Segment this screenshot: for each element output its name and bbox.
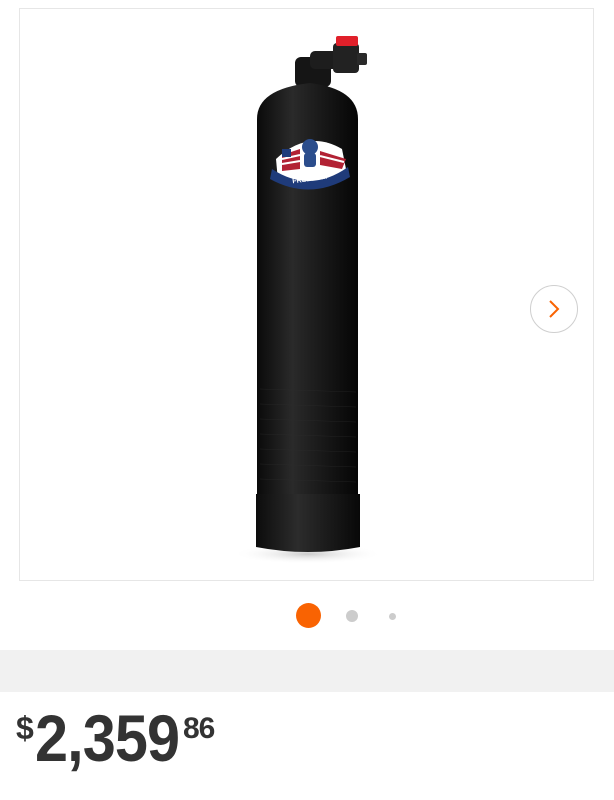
product-image[interactable]: FREEDOM [20, 9, 595, 582]
carousel-dot-3[interactable] [389, 613, 396, 620]
product-price: $ 2,359 86 [16, 700, 215, 780]
product-image-gallery: FREEDOM [19, 8, 594, 581]
price-cents: 86 [182, 712, 215, 745]
chevron-right-icon [549, 300, 560, 318]
section-divider [0, 650, 614, 692]
carousel-pagination [0, 600, 614, 630]
price-dollars: 2,359 [34, 701, 180, 775]
next-image-button[interactable] [530, 285, 578, 333]
price-currency: $ [16, 710, 34, 746]
carousel-dot-2[interactable] [346, 610, 358, 622]
carousel-dot-1[interactable] [296, 603, 321, 628]
